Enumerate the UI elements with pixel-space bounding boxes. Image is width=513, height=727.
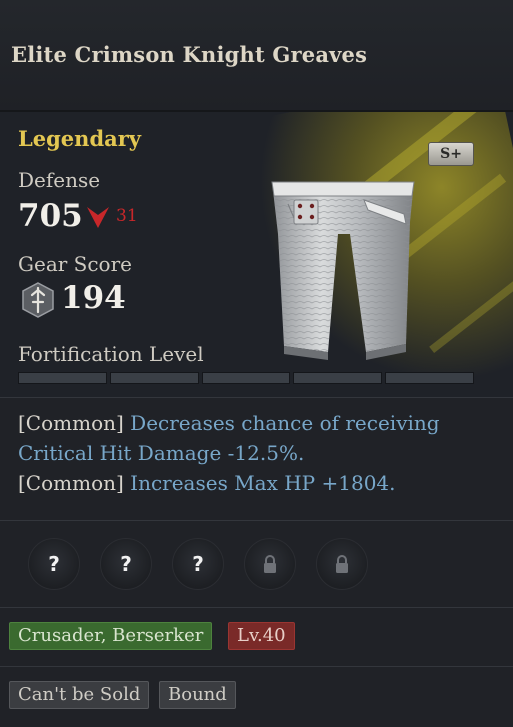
item-hero-panel: Legendary S+ Defense 705 31 Gear Score 1…	[0, 112, 513, 398]
effect-line: [Common] Increases Max HP +1804.	[18, 468, 396, 498]
gear-score-value: 194	[61, 280, 126, 316]
bound-flag: Bound	[159, 681, 236, 709]
socket-unknown[interactable]: ?	[172, 538, 224, 590]
fortification-segment	[385, 372, 474, 384]
effect-tag: [Common]	[18, 411, 124, 435]
defense-label: Defense	[18, 168, 101, 192]
item-effects: [Common] Decreases chance of receiving C…	[0, 398, 513, 521]
greaves-image	[271, 181, 415, 360]
tooltip-header: Elite Crimson Knight Greaves	[0, 0, 513, 112]
rarity-label: Legendary	[18, 126, 141, 151]
decrease-arrow-icon	[87, 207, 109, 228]
question-mark-icon: ?	[120, 552, 132, 576]
fortification-bar	[18, 372, 474, 384]
fortification-segment	[18, 372, 107, 384]
item-tooltip: Elite Crimson Knight Greaves Legendary S…	[0, 0, 513, 727]
socket-locked[interactable]	[244, 538, 296, 590]
gear-score-icon	[22, 282, 54, 318]
fortification-segment	[201, 372, 291, 384]
lock-icon	[336, 555, 348, 573]
class-restriction-tag: Crusader, Berserker	[9, 622, 213, 650]
level-requirement-tag: Lv.40	[228, 622, 295, 650]
fortification-segment	[293, 372, 383, 384]
effect-text: Decreases chance of receiving	[130, 411, 440, 435]
lock-icon	[264, 555, 276, 573]
item-flags: Can't be Sold Bound	[0, 667, 513, 727]
fortification-segment	[109, 372, 199, 384]
socket-row: ? ? ?	[0, 521, 513, 608]
cant-be-sold-flag: Can't be Sold	[9, 681, 150, 709]
item-name: Elite Crimson Knight Greaves	[11, 42, 368, 67]
question-mark-icon: ?	[48, 552, 60, 576]
socket-unknown[interactable]: ?	[100, 538, 152, 590]
effect-tag: [Common]	[18, 471, 124, 495]
tier-badge: S+	[428, 142, 474, 166]
question-mark-icon: ?	[192, 552, 204, 576]
socket-unknown[interactable]: ?	[28, 538, 80, 590]
effect-text: Critical Hit Damage -12.5%.	[18, 441, 305, 465]
requirement-tags: Crusader, Berserker Lv.40	[0, 608, 513, 667]
effect-line-continued: Critical Hit Damage -12.5%.	[18, 438, 304, 468]
defense-difference: 31	[116, 206, 138, 226]
defense-value: 705	[18, 198, 83, 234]
effect-line: [Common] Decreases chance of receiving	[18, 408, 440, 438]
socket-locked[interactable]	[316, 538, 368, 590]
gear-score-label: Gear Score	[18, 252, 132, 276]
fortification-label: Fortification Level	[18, 342, 204, 366]
effect-text: Increases Max HP +1804.	[130, 471, 396, 495]
